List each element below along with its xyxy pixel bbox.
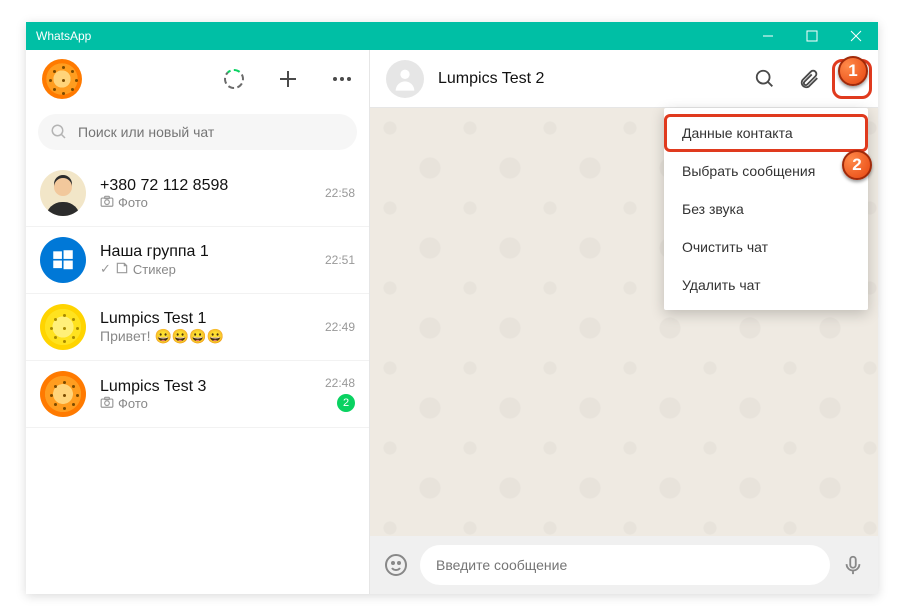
chat-item[interactable]: Наша группа 1 ✓ Стикер 22:51 bbox=[26, 227, 369, 294]
chat-item[interactable]: Lumpics Test 1 Привет! 😀😀😀😀 22:49 bbox=[26, 294, 369, 361]
message-input[interactable] bbox=[436, 557, 814, 573]
chat-menu-dropdown: Данные контакта Выбрать сообщения Без зв… bbox=[664, 108, 868, 310]
chat-avatar bbox=[40, 237, 86, 283]
search-input[interactable] bbox=[78, 124, 345, 140]
menu-clear-chat[interactable]: Очистить чат bbox=[664, 228, 868, 266]
chat-time: 22:48 bbox=[325, 376, 355, 390]
chat-avatar bbox=[40, 170, 86, 216]
app-title: WhatsApp bbox=[36, 29, 91, 43]
chat-avatar bbox=[40, 371, 86, 417]
chat-item[interactable]: +380 72 112 8598 Фото 22:58 bbox=[26, 160, 369, 227]
chat-time: 22:58 bbox=[325, 186, 355, 200]
search-in-chat-icon[interactable] bbox=[754, 68, 776, 90]
annotation-marker-1: 1 bbox=[838, 56, 868, 86]
maximize-button[interactable] bbox=[790, 22, 834, 50]
close-button[interactable] bbox=[834, 22, 878, 50]
sidebar: +380 72 112 8598 Фото 22:58 Наша группа … bbox=[26, 50, 370, 594]
emoji-icon[interactable] bbox=[384, 553, 408, 577]
chat-panel: Lumpics Test 2 Данные контакта Выбрать с… bbox=[370, 50, 878, 594]
chat-list: +380 72 112 8598 Фото 22:58 Наша группа … bbox=[26, 160, 369, 594]
sidebar-menu-icon[interactable] bbox=[331, 68, 353, 90]
message-input-wrap[interactable] bbox=[420, 545, 830, 585]
chat-item[interactable]: Lumpics Test 3 Фото 22:48 2 bbox=[26, 361, 369, 428]
contact-avatar[interactable] bbox=[386, 60, 424, 98]
chat-avatar bbox=[40, 304, 86, 350]
chat-title: Lumpics Test 1 bbox=[100, 310, 325, 328]
composer bbox=[370, 536, 878, 594]
titlebar: WhatsApp bbox=[26, 22, 878, 50]
tick-icon: ✓ bbox=[100, 261, 111, 277]
chat-subtitle: Привет! 😀😀😀😀 bbox=[100, 328, 325, 345]
attach-icon[interactable] bbox=[798, 68, 820, 90]
app-window: WhatsApp +380 7 bbox=[26, 22, 878, 594]
camera-icon bbox=[100, 396, 114, 411]
unread-badge: 2 bbox=[337, 394, 355, 412]
menu-delete-chat[interactable]: Удалить чат bbox=[664, 266, 868, 304]
minimize-button[interactable] bbox=[746, 22, 790, 50]
status-icon[interactable] bbox=[223, 68, 245, 90]
menu-select-messages[interactable]: Выбрать сообщения bbox=[664, 152, 868, 190]
menu-contact-info[interactable]: Данные контакта bbox=[664, 114, 868, 152]
annotation-marker-2: 2 bbox=[842, 150, 872, 180]
sticker-icon bbox=[115, 261, 129, 278]
chat-subtitle: Фото bbox=[100, 396, 325, 411]
chat-header: Lumpics Test 2 bbox=[370, 50, 878, 108]
menu-mute[interactable]: Без звука bbox=[664, 190, 868, 228]
chat-subtitle: ✓ Стикер bbox=[100, 261, 325, 278]
chat-title: Наша группа 1 bbox=[100, 243, 325, 261]
contact-name[interactable]: Lumpics Test 2 bbox=[438, 70, 732, 88]
chat-subtitle: Фото bbox=[100, 195, 325, 210]
app-body: +380 72 112 8598 Фото 22:58 Наша группа … bbox=[26, 50, 878, 594]
chat-title: +380 72 112 8598 bbox=[100, 177, 325, 195]
sidebar-header bbox=[26, 50, 369, 108]
search-bar[interactable] bbox=[38, 114, 357, 150]
my-avatar[interactable] bbox=[42, 59, 82, 99]
camera-icon bbox=[100, 195, 114, 210]
chat-title: Lumpics Test 3 bbox=[100, 378, 325, 396]
chat-time: 22:49 bbox=[325, 320, 355, 334]
mic-icon[interactable] bbox=[842, 554, 864, 576]
chat-time: 22:51 bbox=[325, 253, 355, 267]
new-chat-icon[interactable] bbox=[277, 68, 299, 90]
window-controls bbox=[746, 22, 878, 50]
